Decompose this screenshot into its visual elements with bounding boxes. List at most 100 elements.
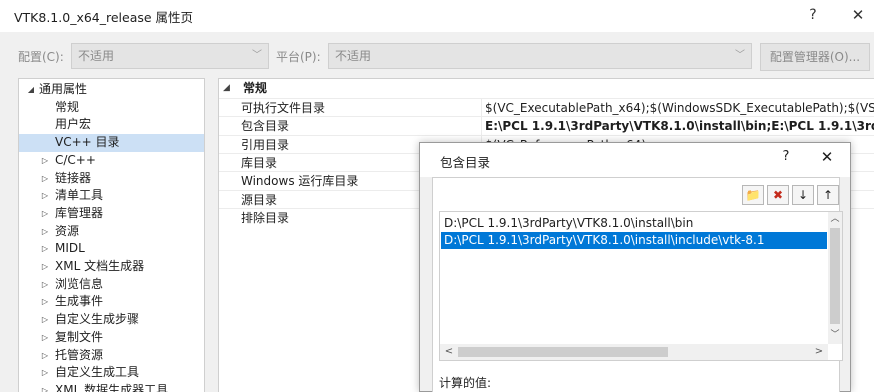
close-button[interactable]: ✕ (845, 4, 871, 26)
tree-item[interactable]: ▷ 清单工具 (19, 187, 204, 205)
expand-arrow-icon[interactable]: ▷ (39, 152, 51, 170)
include-directories-dialog: 包含目录 ? ✕ 📁 ✖ ↓ ↑ D:\PCL 1.9.1\3rdParty\V… (419, 142, 851, 392)
configuration-manager-button[interactable]: 配置管理器(O)... (760, 43, 870, 71)
property-name: 包含目录 (241, 119, 290, 134)
move-up-icon: ↑ (822, 188, 834, 202)
dialog-close-button[interactable]: ✕ (816, 148, 838, 166)
category-label: 常规 (243, 81, 268, 95)
tree-item-label: C/C++ (55, 152, 96, 167)
property-value[interactable]: $(VC_ExecutablePath_x64);$(WindowsSDK_Ex… (485, 99, 874, 117)
property-row[interactable]: 可执行文件目录 $(VC_ExecutablePath_x64);$(Window… (219, 98, 874, 117)
tree-item-label: 自定义生成步骤 (55, 312, 140, 327)
delete-button[interactable]: ✖ (767, 185, 789, 205)
expand-arrow-icon[interactable]: ▷ (39, 329, 51, 347)
expand-arrow-icon[interactable]: ▷ (39, 240, 51, 258)
tree-item-label: 常规 (55, 99, 80, 114)
tree-item[interactable]: ▷ 托管资源 (19, 347, 204, 365)
tree-item-label: 自定义生成工具 (55, 365, 140, 380)
column-divider (481, 117, 482, 135)
expand-arrow-icon[interactable]: ▷ (39, 311, 51, 329)
configuration-dropdown[interactable]: 不适用 ﹀ (71, 43, 269, 69)
tree-item[interactable]: ◢ 通用属性 (19, 81, 204, 99)
new-line-button[interactable]: 📁 (742, 185, 764, 205)
move-up-button[interactable]: ↑ (817, 185, 839, 205)
expand-arrow-icon[interactable]: ▷ (39, 223, 51, 241)
tree-item-label: 通用属性 (39, 82, 88, 96)
dialog-body: 📁 ✖ ↓ ↑ D:\PCL 1.9.1\3rdParty\VTK8.1.0\i… (432, 177, 843, 392)
tree-item[interactable]: ▷ MIDL (19, 240, 204, 258)
configuration-label: 配置(C): (18, 50, 64, 64)
horizontal-scroll-thumb[interactable] (458, 347, 668, 357)
list-item-selected[interactable]: D:\PCL 1.9.1\3rdParty\VTK8.1.0\install\i… (441, 232, 827, 249)
tree-item[interactable]: ▷ XML 文档生成器 (19, 258, 204, 276)
vertical-scrollbar[interactable]: ︿ ﹀ (828, 212, 842, 344)
property-value[interactable]: E:\PCL 1.9.1\3rdParty\VTK8.1.0\install\b… (485, 117, 874, 135)
expand-arrow-icon[interactable]: ▷ (39, 382, 51, 392)
move-down-icon: ↓ (797, 188, 809, 202)
scroll-left-icon[interactable]: < (442, 344, 456, 360)
dialog-help-button[interactable]: ? (776, 149, 796, 164)
dialog-title-bar: 包含目录 ? ✕ (420, 143, 850, 177)
tree-item[interactable]: ▷ 浏览信息 (19, 276, 204, 294)
help-button[interactable]: ? (800, 4, 826, 26)
collapse-caret-icon[interactable]: ◢ (25, 81, 37, 99)
new-line-icon: 📁 (745, 188, 761, 202)
expand-arrow-icon[interactable]: ▷ (39, 205, 51, 223)
collapse-caret-icon: ◢ (223, 83, 230, 93)
tree-item-label: 链接器 (55, 170, 92, 185)
platform-dropdown[interactable]: 不适用 ﹀ (328, 43, 752, 69)
property-name: 可执行文件目录 (241, 101, 326, 115)
tree-item[interactable]: 常规 (19, 99, 204, 117)
list-item[interactable]: D:\PCL 1.9.1\3rdParty\VTK8.1.0\install\b… (441, 215, 827, 232)
tree-item-label: 清单工具 (55, 188, 104, 203)
configuration-value: 不适用 (78, 49, 115, 63)
directory-list[interactable]: D:\PCL 1.9.1\3rdParty\VTK8.1.0\install\b… (439, 211, 843, 361)
tree-item[interactable]: ▷ 资源 (19, 223, 204, 241)
tree-item-label: XML 数据生成器工具 (55, 382, 169, 392)
tree-item[interactable]: ▷ 复制文件 (19, 329, 204, 347)
tree-item[interactable]: ▷ 链接器 (19, 170, 204, 188)
expand-arrow-icon[interactable]: ▷ (39, 276, 51, 294)
property-row[interactable]: 包含目录 E:\PCL 1.9.1\3rdParty\VTK8.1.0\insta… (219, 116, 874, 135)
scroll-up-icon[interactable]: ︿ (828, 212, 842, 226)
chevron-down-icon: ﹀ (735, 50, 745, 61)
tree-item-label: 生成事件 (55, 294, 104, 309)
tree-item[interactable]: ▷ C/C++ (19, 152, 204, 170)
tree-item[interactable]: ▷ 自定义生成工具 (19, 364, 204, 382)
tree-item[interactable]: VC++ 目录 (19, 134, 204, 152)
vertical-scroll-thumb[interactable] (830, 228, 840, 324)
tree-item-label: XML 文档生成器 (55, 259, 145, 273)
expand-arrow-icon[interactable]: ▷ (39, 347, 51, 365)
tree-item-label: 托管资源 (55, 347, 104, 362)
expand-arrow-icon[interactable]: ▷ (39, 170, 51, 188)
property-tree: ◢ 通用属性 常规 用户宏 VC++ 目录 ▷ C/C++ ▷ 链接器 ▷ 清单工具 ▷ 库管理器 ▷ 资源… (18, 78, 205, 392)
computed-value-label: 计算的值: (439, 376, 492, 390)
title-bar: VTK8.1.0_x64_release 属性页 ? ✕ (0, 0, 874, 32)
tree-item[interactable]: ▷ 自定义生成步骤 (19, 311, 204, 329)
tree-item[interactable]: 用户宏 (19, 116, 204, 134)
tree-item-label: 浏览信息 (55, 276, 104, 291)
column-divider (481, 99, 482, 117)
tree-item-label: MIDL (55, 241, 85, 256)
tree-item-label: 复制文件 (55, 329, 104, 344)
tree-item[interactable]: ▷ 生成事件 (19, 293, 204, 311)
expand-arrow-icon[interactable]: ▷ (39, 187, 51, 205)
move-down-button[interactable]: ↓ (792, 185, 814, 205)
platform-label: 平台(P): (276, 50, 321, 64)
tree-item[interactable]: ▷ 库管理器 (19, 205, 204, 223)
expand-arrow-icon[interactable]: ▷ (39, 293, 51, 311)
tree-item-label: VC++ 目录 (55, 135, 120, 150)
tree-item[interactable]: ▷ XML 数据生成器工具 (19, 382, 204, 392)
tree-item-label: 库管理器 (55, 205, 104, 220)
tree-item-label: 用户宏 (55, 117, 92, 132)
expand-arrow-icon[interactable]: ▷ (39, 364, 51, 382)
tree-item-label: 资源 (55, 223, 80, 238)
expand-arrow-icon[interactable]: ▷ (39, 258, 51, 276)
window-title: VTK8.1.0_x64_release 属性页 (14, 10, 194, 25)
grid-category-general[interactable]: ◢ 常规 (219, 79, 874, 98)
configuration-bar: 配置(C): 不适用 ﹀ 平台(P): 不适用 ﹀ 配置管理器(O)... (0, 32, 874, 78)
platform-value: 不适用 (335, 49, 372, 63)
scroll-right-icon[interactable]: > (812, 344, 826, 360)
horizontal-scrollbar[interactable]: < > (440, 344, 828, 360)
scroll-down-icon[interactable]: ﹀ (828, 328, 842, 342)
